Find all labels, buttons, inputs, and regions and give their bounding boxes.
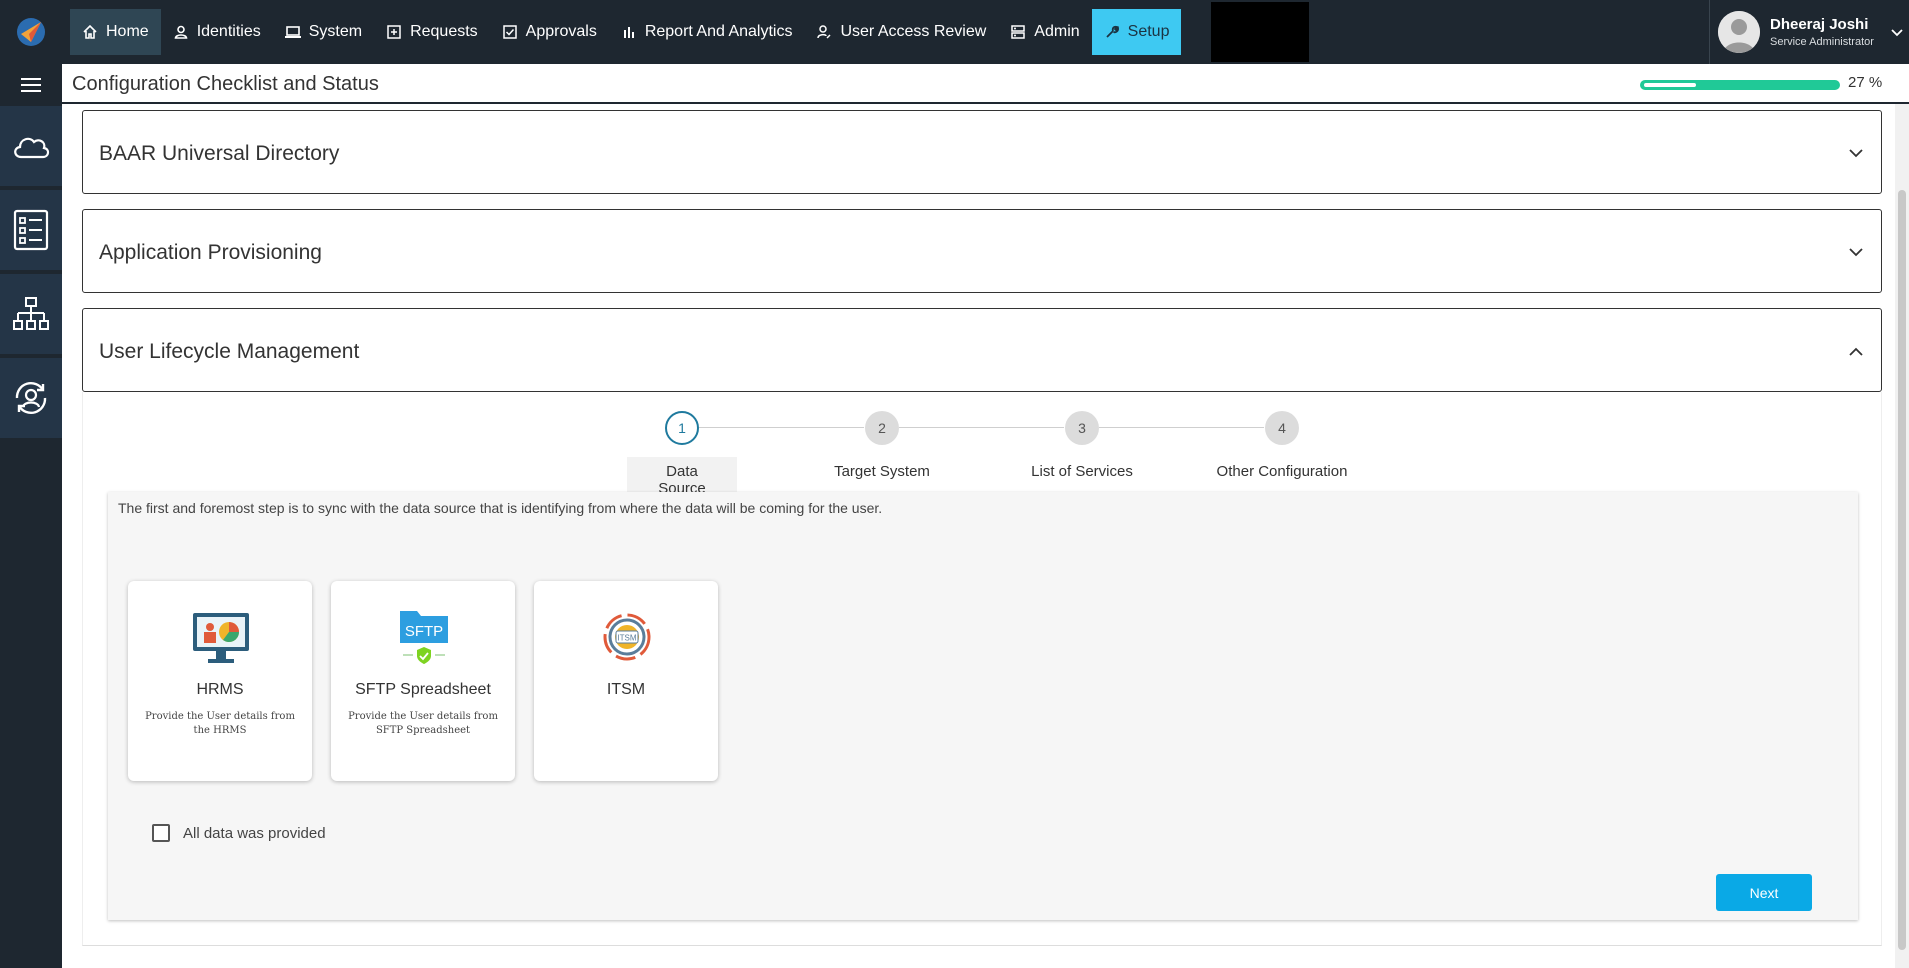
chevron-up-icon[interactable] (1849, 343, 1863, 361)
top-navbar: Home Identities System Requests Approval… (0, 0, 1909, 64)
wrench-icon (1104, 24, 1120, 40)
svg-text:SFTP: SFTP (405, 623, 443, 640)
sftp-folder-icon: SFTP (393, 607, 455, 667)
nav-report-analytics-label: Report And Analytics (644, 23, 793, 40)
user-menu[interactable]: Dheeraj Joshi Service Administrator (1709, 0, 1909, 64)
panel-description: The first and foremost step is to sync w… (118, 500, 883, 516)
accordion-user-lifecycle-management[interactable]: User Lifecycle Management (82, 308, 1882, 392)
nav-admin[interactable]: Admin (998, 9, 1091, 55)
progress-bar (1640, 80, 1840, 90)
nav-setup[interactable]: Setup (1091, 9, 1182, 55)
cloud-icon[interactable] (0, 106, 62, 190)
avatar (1718, 11, 1760, 53)
sub-header: Configuration Checklist and Status 27 % (62, 64, 1909, 104)
step-connector (699, 427, 864, 428)
page-title: Configuration Checklist and Status (72, 73, 379, 95)
scrollbar-thumb[interactable] (1898, 190, 1906, 950)
data-source-panel: The first and foremost step is to sync w… (108, 492, 1858, 920)
card-sftp-spreadsheet[interactable]: SFTP SFTP Spreadsheet Provide the User d… (331, 581, 515, 781)
hrms-monitor-icon (190, 607, 252, 667)
app-logo[interactable] (0, 0, 62, 64)
nav-identities[interactable]: Identities (161, 9, 273, 55)
step-3-label[interactable]: List of Services (1017, 463, 1147, 480)
nav-report-analytics[interactable]: Report And Analytics (609, 9, 805, 55)
accordion-title: Application Provisioning (99, 241, 322, 264)
user-sync-icon[interactable] (0, 358, 62, 442)
nav-system-label: System (308, 23, 363, 40)
step-4-label[interactable]: Other Configuration (1202, 463, 1362, 480)
logo-icon (17, 18, 45, 46)
step-connector (899, 427, 1064, 428)
chevron-down-icon[interactable] (1891, 24, 1903, 42)
home-icon (82, 24, 98, 40)
nav-home[interactable]: Home (70, 9, 161, 55)
hamburger-menu-icon[interactable] (0, 64, 62, 106)
card-itsm[interactable]: ITSM ITSM (534, 581, 718, 781)
nav-admin-label: Admin (1034, 23, 1080, 40)
all-data-provided-row: All data was provided (152, 824, 326, 842)
user-icon (173, 24, 189, 40)
all-data-provided-checkbox[interactable] (152, 824, 170, 842)
accordion-baar-universal-directory[interactable]: BAAR Universal Directory (82, 110, 1882, 194)
checkbox-label: All data was provided (183, 824, 326, 842)
chevron-down-icon[interactable] (1849, 244, 1863, 262)
nav-identities-label: Identities (196, 23, 261, 40)
server-icon (1010, 24, 1026, 40)
accordion-title: User Lifecycle Management (99, 340, 360, 363)
nav-requests[interactable]: Requests (374, 9, 490, 55)
nav-approvals-label: Approvals (525, 23, 597, 40)
step-2-label[interactable]: Target System (822, 463, 942, 480)
user-edit-icon (816, 24, 832, 40)
accordion-title: BAAR Universal Directory (99, 142, 340, 165)
user-name: Dheeraj Joshi (1770, 16, 1869, 33)
step-3-circle[interactable]: 3 (1065, 411, 1099, 445)
card-description: Provide the User details from SFTP Sprea… (348, 711, 498, 736)
user-role: Service Administrator (1770, 36, 1874, 48)
step-4-circle[interactable]: 4 (1265, 411, 1299, 445)
check-square-icon (502, 24, 518, 40)
redacted-block (1211, 2, 1310, 62)
nav-user-access-review-label: User Access Review (840, 23, 987, 40)
svg-text:ITSM: ITSM (617, 634, 636, 643)
main-nav: Home Identities System Requests Approval… (62, 0, 1310, 64)
nav-approvals[interactable]: Approvals (490, 9, 609, 55)
card-description: Provide the User details from the HRMS (145, 711, 295, 736)
card-hrms[interactable]: HRMS Provide the User details from the H… (128, 581, 312, 781)
plus-square-icon (386, 24, 402, 40)
next-button[interactable]: Next (1716, 874, 1812, 911)
progress-label: 27 % (1848, 74, 1883, 91)
step-connector (1099, 427, 1264, 428)
nav-system[interactable]: System (273, 9, 374, 55)
checklist-icon[interactable] (0, 190, 62, 274)
progress-bar-fill (1644, 83, 1696, 87)
accordion-application-provisioning[interactable]: Application Provisioning (82, 209, 1882, 293)
org-chart-icon[interactable] (0, 274, 62, 358)
card-title: SFTP Spreadsheet (355, 681, 491, 698)
card-title: ITSM (606, 681, 646, 698)
step-1-circle[interactable]: 1 (665, 411, 699, 445)
step-2-circle[interactable]: 2 (865, 411, 899, 445)
nav-home-label: Home (106, 23, 149, 40)
nav-setup-label: Setup (1127, 23, 1170, 40)
left-rail (0, 64, 62, 968)
nav-requests-label: Requests (410, 23, 478, 40)
laptop-icon (284, 24, 301, 40)
card-title: HRMS (196, 681, 244, 698)
itsm-gear-icon: ITSM (596, 607, 658, 667)
nav-user-access-review[interactable]: User Access Review (804, 9, 998, 55)
chevron-down-icon[interactable] (1849, 145, 1863, 163)
bar-chart-icon (621, 24, 637, 40)
